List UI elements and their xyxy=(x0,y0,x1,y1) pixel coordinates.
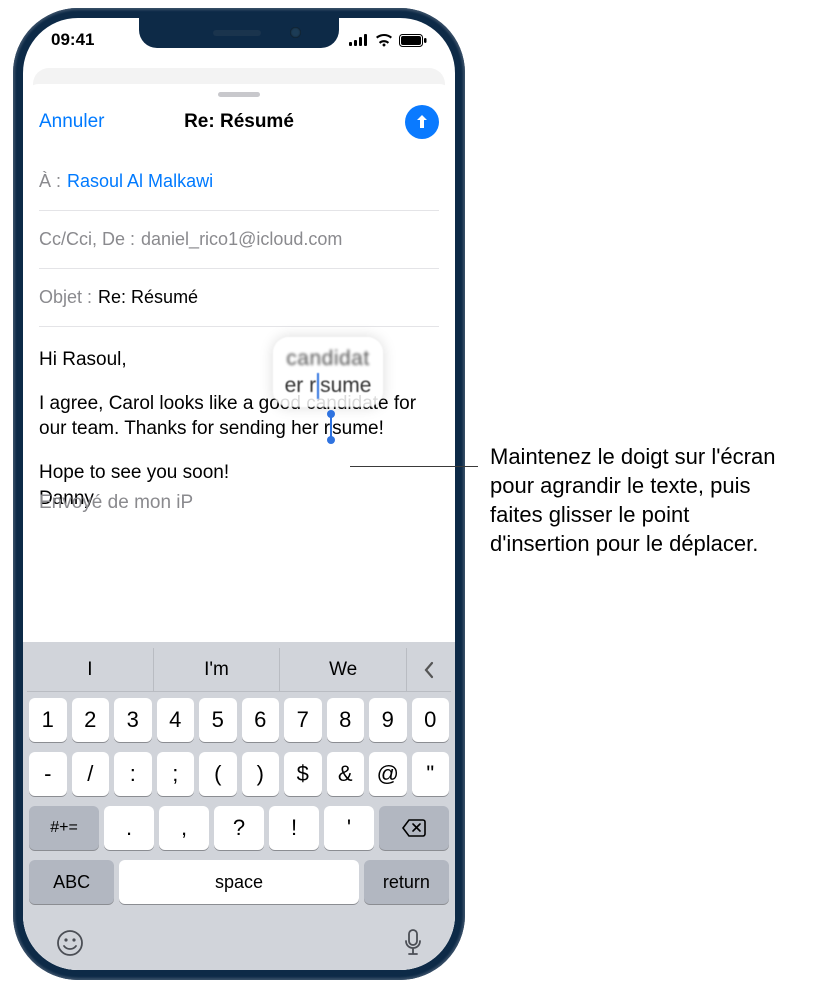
send-button[interactable] xyxy=(405,105,439,139)
key-2[interactable]: 2 xyxy=(72,698,110,742)
cc-label: Cc/Cci, De : xyxy=(39,229,135,250)
key-9[interactable]: 9 xyxy=(369,698,407,742)
key-0[interactable]: 0 xyxy=(412,698,450,742)
text-magnifier: candidat er rsume xyxy=(273,337,383,407)
key-slash[interactable]: / xyxy=(72,752,110,796)
cancel-button[interactable]: Annuler xyxy=(39,111,105,133)
key-symbols[interactable]: #+= xyxy=(29,806,99,850)
wifi-icon xyxy=(375,34,393,47)
key-6[interactable]: 6 xyxy=(242,698,280,742)
key-paren-close[interactable]: ) xyxy=(242,752,280,796)
key-quote[interactable]: " xyxy=(412,752,450,796)
magnifier-line2: er rsume xyxy=(285,372,372,399)
compose-sheet: Annuler Re: Résumé À : Rasoul Al Malkawi… xyxy=(23,84,455,970)
battery-icon xyxy=(399,34,427,47)
subject-label: Objet : xyxy=(39,287,92,308)
iphone-frame: 09:41 Annuler Re: Résumé xyxy=(13,8,465,980)
keyboard-bottom-bar xyxy=(27,914,451,958)
microphone-icon xyxy=(403,928,423,958)
key-3[interactable]: 3 xyxy=(114,698,152,742)
key-7[interactable]: 7 xyxy=(284,698,322,742)
to-recipient[interactable]: Rasoul Al Malkawi xyxy=(67,171,213,192)
status-right xyxy=(349,34,427,47)
key-space[interactable]: space xyxy=(119,860,359,904)
key-semicolon[interactable]: ; xyxy=(157,752,195,796)
key-at[interactable]: @ xyxy=(369,752,407,796)
key-paren-open[interactable]: ( xyxy=(199,752,237,796)
key-dollar[interactable]: $ xyxy=(284,752,322,796)
key-apostrophe[interactable]: ' xyxy=(324,806,374,850)
suggestion-collapse-button[interactable] xyxy=(407,648,451,691)
nav-bar: Annuler Re: Résumé xyxy=(23,97,455,153)
keyboard: I I'm We 1 2 3 4 5 6 7 8 9 xyxy=(23,642,455,970)
key-8[interactable]: 8 xyxy=(327,698,365,742)
send-arrow-icon xyxy=(413,113,431,131)
to-field[interactable]: À : Rasoul Al Malkawi xyxy=(39,153,439,211)
key-dash[interactable]: - xyxy=(29,752,67,796)
key-abc[interactable]: ABC xyxy=(29,860,114,904)
subject-value: Re: Résumé xyxy=(98,287,198,308)
key-return[interactable]: return xyxy=(364,860,449,904)
emoji-button[interactable] xyxy=(55,928,85,958)
body-signature-footer: Envoyé de mon iP xyxy=(39,490,193,516)
screen: 09:41 Annuler Re: Résumé xyxy=(23,18,455,970)
cc-value: daniel_rico1@icloud.com xyxy=(141,229,342,250)
header-fields: À : Rasoul Al Malkawi Cc/Cci, De : danie… xyxy=(23,153,455,327)
subject-field[interactable]: Objet : Re: Résumé xyxy=(39,269,439,327)
suggestion-3[interactable]: We xyxy=(280,648,407,691)
key-5[interactable]: 5 xyxy=(199,698,237,742)
suggestion-2[interactable]: I'm xyxy=(154,648,281,691)
body-textarea[interactable]: candidat er rsume Hi Rasoul, I agree, Ca… xyxy=(23,327,455,511)
key-row-1: 1 2 3 4 5 6 7 8 9 0 xyxy=(29,698,449,742)
key-backspace[interactable] xyxy=(379,806,449,850)
callout-text: Maintenez le doigt sur l'écran pour agra… xyxy=(490,442,790,558)
key-exclaim[interactable]: ! xyxy=(269,806,319,850)
dictation-button[interactable] xyxy=(403,928,423,958)
key-question[interactable]: ? xyxy=(214,806,264,850)
key-1[interactable]: 1 xyxy=(29,698,67,742)
cc-field[interactable]: Cc/Cci, De : daniel_rico1@icloud.com xyxy=(39,211,439,269)
emoji-icon xyxy=(55,928,85,958)
magnifier-line1: candidat xyxy=(286,345,369,372)
key-colon[interactable]: : xyxy=(114,752,152,796)
backspace-icon xyxy=(402,819,426,837)
key-row-4: ABC space return xyxy=(29,860,449,904)
key-row-2: - / : ; ( ) $ & @ " xyxy=(29,752,449,796)
callout-leader-line xyxy=(350,466,478,467)
key-comma[interactable]: , xyxy=(159,806,209,850)
status-time: 09:41 xyxy=(51,30,94,50)
notch xyxy=(139,18,339,48)
cellular-icon xyxy=(349,34,369,46)
to-label: À : xyxy=(39,171,61,192)
key-row-3: #+= . , ? ! ' xyxy=(29,806,449,850)
chevron-left-icon xyxy=(422,660,436,680)
suggestion-bar: I I'm We xyxy=(27,648,451,692)
key-period[interactable]: . xyxy=(104,806,154,850)
key-ampersand[interactable]: & xyxy=(327,752,365,796)
magnifier-caret xyxy=(317,373,319,399)
suggestion-1[interactable]: I xyxy=(27,648,154,691)
insertion-caret[interactable] xyxy=(330,416,332,438)
key-4[interactable]: 4 xyxy=(157,698,195,742)
